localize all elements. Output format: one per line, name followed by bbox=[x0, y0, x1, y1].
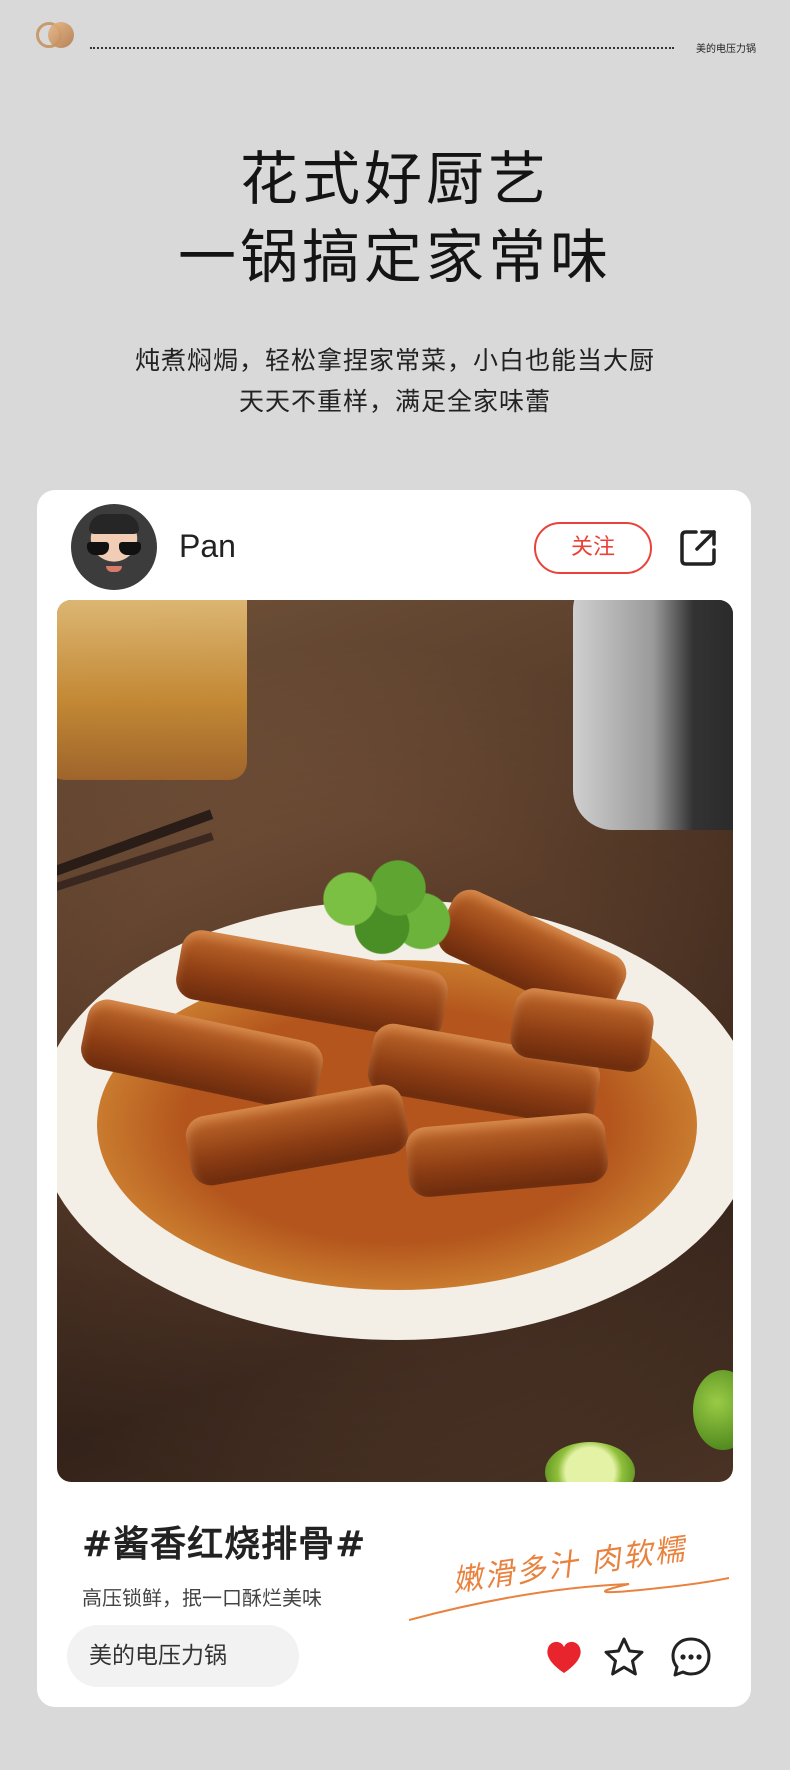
follow-button[interactable]: 关注 bbox=[534, 522, 652, 574]
username[interactable]: Pan bbox=[179, 528, 236, 565]
post-card: Pan 关注 #酱香红烧排骨# 高压锁鲜，抿一口酥烂美味 嫩滑多汁 肉软糯 美的… bbox=[37, 490, 751, 1707]
star-icon[interactable] bbox=[602, 1635, 646, 1679]
headline: 花式好厨艺 一锅搞定家常味 bbox=[0, 140, 790, 296]
recipe-description: 高压锁鲜，抿一口酥烂美味 bbox=[82, 1586, 322, 1610]
brand-logo bbox=[36, 20, 78, 52]
share-icon[interactable] bbox=[676, 526, 720, 570]
subheadline-line-1: 炖煮焖焗，轻松拿捏家常菜，小白也能当大厨 bbox=[134, 346, 655, 375]
headline-line-2: 一锅搞定家常味 bbox=[177, 223, 612, 291]
lime bbox=[693, 1370, 733, 1450]
glass-of-tea bbox=[57, 600, 247, 780]
avatar[interactable] bbox=[71, 504, 157, 590]
comment-icon[interactable] bbox=[669, 1635, 713, 1679]
subheadline: 炖煮焖焗，轻松拿捏家常菜，小白也能当大厨 天天不重样，满足全家味蕾 bbox=[0, 340, 790, 422]
lime-slice bbox=[545, 1442, 635, 1482]
brand-name-small: 美的电压力锅 bbox=[696, 44, 756, 55]
recipe-hashtag[interactable]: #酱香红烧排骨# bbox=[82, 1515, 366, 1567]
top-bar: 美的电压力锅 bbox=[36, 20, 756, 55]
dotted-divider bbox=[90, 47, 674, 49]
food-photo bbox=[57, 600, 733, 1482]
heart-icon[interactable] bbox=[542, 1635, 586, 1679]
product-tag[interactable]: 美的电压力锅 bbox=[67, 1625, 299, 1687]
slogan-underline bbox=[409, 1577, 729, 1621]
pressure-cooker bbox=[573, 600, 733, 830]
headline-line-1: 花式好厨艺 bbox=[239, 145, 550, 213]
parsley-garnish bbox=[302, 855, 462, 965]
subheadline-line-2: 天天不重样，满足全家味蕾 bbox=[238, 387, 551, 416]
